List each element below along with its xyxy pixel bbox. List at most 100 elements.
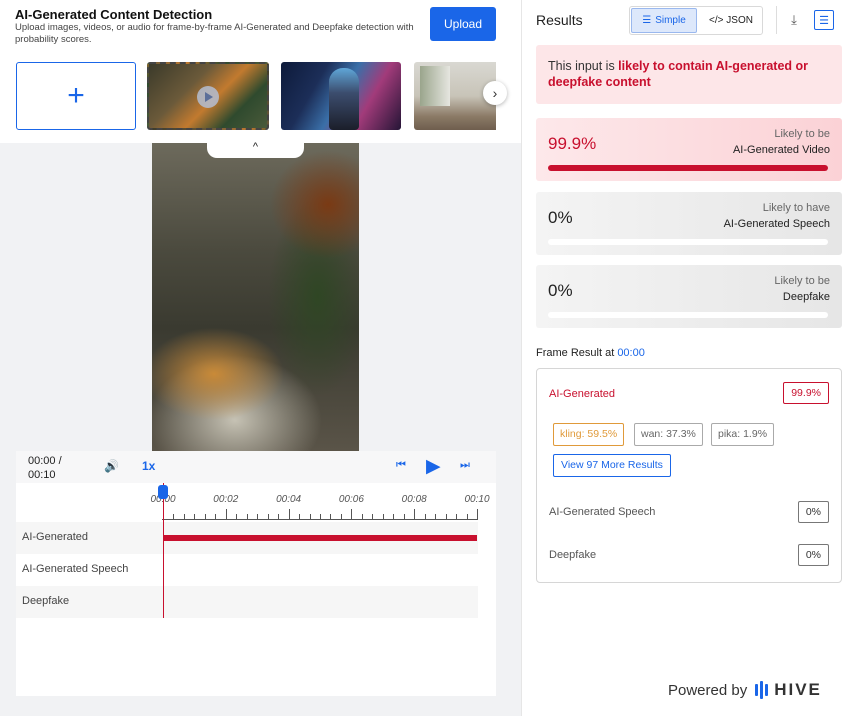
list-icon: ☰ (642, 15, 652, 26)
hive-logo: HIVE (755, 680, 822, 700)
result-likely-text: Likely to have (762, 202, 830, 214)
track-detection-bar (163, 535, 477, 541)
result-progress-track (548, 312, 828, 318)
playback-speed-button[interactable]: 1x (142, 459, 155, 473)
result-percent: 99.9% (548, 134, 597, 153)
timeline-tick (372, 514, 374, 519)
timeline-tick (173, 514, 175, 519)
skip-back-icon[interactable]: ⏮ (396, 459, 406, 472)
timeline-tick (393, 514, 395, 519)
timeline-tick (320, 514, 321, 519)
toolbar-divider (776, 6, 777, 34)
source-chip: wan: 37.3% (634, 423, 703, 446)
checklist-icon[interactable]: ☰ (814, 10, 834, 30)
upload-button[interactable]: Upload (430, 7, 496, 41)
track-row-ai-generated: AI-Generated (16, 522, 478, 554)
thumbnail-figure (329, 68, 359, 130)
source-chip: pika: 1.9% (711, 423, 775, 446)
frame-result-time: 00:00 (617, 347, 645, 359)
frame-deepfake-label: Deepfake (549, 549, 597, 561)
view-json-button[interactable]: </> JSON (700, 8, 762, 33)
timeline-tick (278, 514, 280, 519)
timeline-tick (236, 514, 238, 519)
timeline-tick (299, 514, 301, 519)
media-thumbnail[interactable] (281, 62, 401, 130)
result-likely-text: Likely to be (774, 275, 830, 287)
collapse-gallery-button[interactable]: ^ (207, 139, 304, 158)
volume-icon[interactable]: 🔊 (104, 459, 119, 473)
result-percent: 0% (548, 208, 573, 227)
media-thumbnail-selected[interactable] (147, 62, 269, 130)
results-panel: Results ☰ Simple </> JSON ⤓ ☰ This input… (521, 0, 851, 716)
view-simple-button[interactable]: ☰ Simple (631, 8, 697, 33)
timeline-tick (466, 514, 468, 519)
video-preview[interactable] (152, 143, 359, 451)
timeline-tick (361, 514, 363, 519)
timeline-tick (456, 514, 458, 519)
result-kind: AI-Generated Speech (723, 218, 830, 230)
verdict-prefix: This input is (548, 59, 619, 73)
timeline-ruler[interactable]: 00:0000:0200:0400:0600:0800:10 (150, 491, 490, 521)
plus-icon: + (67, 79, 85, 112)
timeline-tick (246, 514, 248, 519)
page-description: Upload images, videos, or audio for fram… (15, 22, 414, 45)
frame-speech-label: AI-Generated Speech (549, 506, 656, 518)
result-progress-track (548, 165, 828, 171)
timeline-tick (257, 514, 259, 519)
time-readout: 00:00 / 00:10 (28, 454, 62, 482)
skip-forward-icon[interactable]: ⏭ (460, 459, 470, 472)
result-progress-fill (548, 165, 828, 171)
timeline-tick (340, 514, 342, 519)
powered-by-text: Powered by (668, 681, 748, 699)
play-icon (197, 86, 219, 108)
timeline-tick (267, 514, 269, 519)
result-kind: Deepfake (782, 291, 830, 303)
timeline-tick-label: 00:06 (338, 494, 364, 505)
timeline-tick (435, 514, 437, 519)
time-current: 00:00 / (28, 455, 62, 467)
result-likely-text: Likely to be (774, 128, 830, 140)
player-controls: 00:00 / 00:10 🔊 1x ⏮ ▶ ⏭ (16, 451, 496, 483)
chevron-up-icon: ^ (252, 141, 259, 153)
timeline-tick (477, 509, 478, 519)
frame-speech-score-badge: 0% (797, 501, 829, 523)
result-percent: 0% (548, 281, 573, 300)
timeline-tick (225, 509, 227, 519)
page-title: AI-Generated Content Detection (15, 7, 213, 22)
track-label: AI-Generated Speech (22, 563, 129, 575)
track-label: Deepfake (22, 595, 70, 607)
result-kind: AI-Generated Video (732, 144, 830, 156)
result-card-ai-speech: 0% Likely to have AI-Generated Speech (536, 192, 842, 255)
timeline-tick-label: 00:08 (401, 494, 427, 505)
play-icon[interactable]: ▶ (426, 455, 441, 478)
frame-ai-label: AI-Generated (549, 388, 616, 400)
timeline-tick (204, 514, 206, 519)
result-progress-track (548, 239, 828, 245)
playhead-line (163, 483, 164, 618)
timeline-tick (351, 509, 353, 519)
view-simple-label: Simple (655, 15, 686, 26)
timeline-tick (382, 514, 384, 519)
source-chip: kling: 59.5% (553, 423, 625, 446)
playhead-handle[interactable] (158, 485, 168, 499)
hive-logo-mark (755, 681, 769, 699)
hive-logo-text: HIVE (774, 680, 822, 699)
result-card-deepfake: 0% Likely to be Deepfake (536, 265, 842, 328)
media-panel: AI-Generated Content Detection Upload im… (0, 0, 521, 716)
timeline-tick-label: 00:10 (464, 494, 490, 505)
timeline-tick-label: 00:02 (213, 494, 239, 505)
frame-deepfake-score-badge: 0% (797, 544, 829, 566)
timeline-tick (330, 514, 332, 519)
track-row-ai-speech: AI-Generated Speech (16, 554, 478, 586)
results-title: Results (536, 12, 583, 28)
chevron-right-icon[interactable]: › (483, 81, 507, 105)
add-media-tile[interactable]: + (16, 62, 136, 130)
timeline-tick (414, 509, 416, 519)
ruler-baseline (162, 519, 478, 520)
track-label: AI-Generated (22, 531, 89, 543)
frame-ai-score-badge: 99.9% (783, 382, 829, 404)
result-card-ai-video: 99.9% Likely to be AI-Generated Video (536, 118, 842, 181)
timeline-tick (309, 514, 311, 519)
download-icon[interactable]: ⤓ (784, 10, 804, 30)
view-more-results-button[interactable]: View 97 More Results (553, 454, 671, 477)
